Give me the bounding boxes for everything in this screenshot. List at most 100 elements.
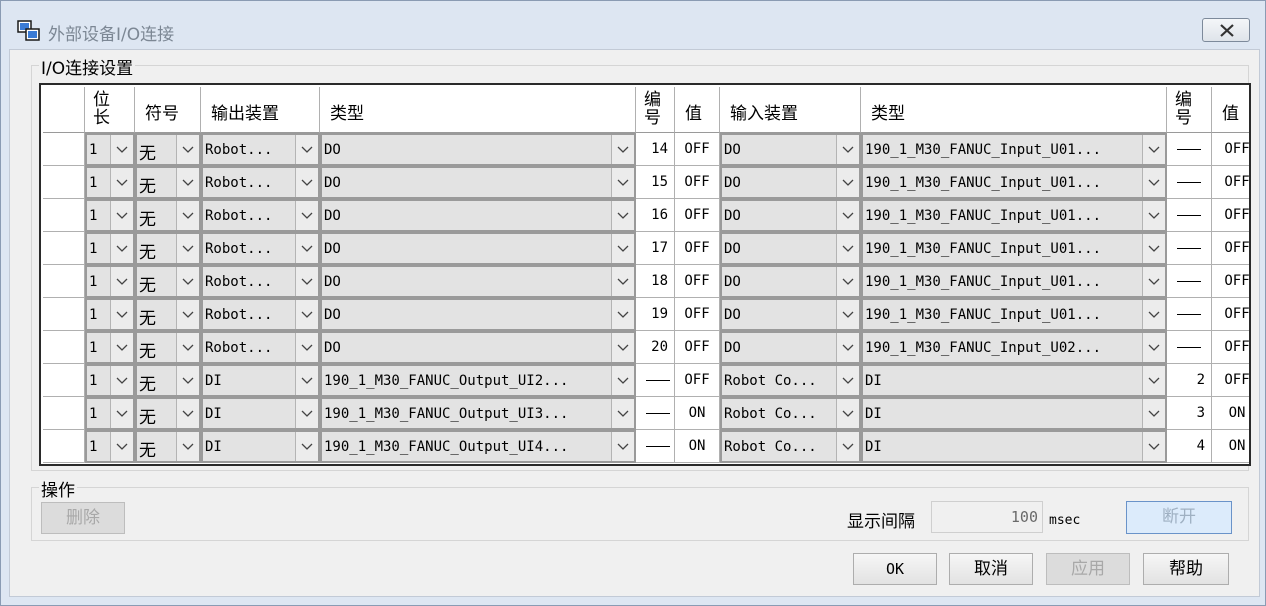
dropdown-arrow-button[interactable] (295, 168, 318, 197)
header-output-value[interactable]: 值 (675, 87, 720, 133)
input-number-cell[interactable] (1167, 331, 1212, 364)
header-sign[interactable]: 符号 (135, 87, 201, 133)
output-device-combo[interactable]: Robot... (201, 298, 320, 331)
table-row[interactable]: 1 无 Robot... DO 17 OFF DO 190_1_M30_FANUC_Input… (43, 232, 1249, 265)
table-row[interactable]: 1 无 DI 190_1_M30_FANUC_Output_UI4... ON Robot… (43, 430, 1249, 463)
input-type-combo[interactable]: DI (861, 397, 1167, 430)
ok-button[interactable]: OK (853, 553, 937, 585)
output-type-combo[interactable]: 190_1_M30_FANUC_Output_UI4... (320, 430, 636, 463)
output-number-cell[interactable] (636, 430, 675, 463)
dropdown-arrow-button[interactable] (295, 201, 318, 230)
input-device-combo[interactable]: Robot Co... (720, 430, 861, 463)
input-device-combo[interactable]: DO (720, 298, 861, 331)
output-number-cell[interactable]: 19 (636, 298, 675, 331)
output-type-combo[interactable]: DO (320, 232, 636, 265)
input-number-cell[interactable] (1167, 199, 1212, 232)
sign-combo[interactable]: 无 (135, 298, 201, 331)
dropdown-arrow-button[interactable] (611, 432, 634, 461)
sign-combo[interactable]: 无 (135, 133, 201, 166)
sign-combo[interactable]: 无 (135, 265, 201, 298)
output-value-cell[interactable]: OFF (675, 364, 720, 397)
delete-button[interactable]: 删除 (41, 502, 125, 534)
sign-combo[interactable]: 无 (135, 430, 201, 463)
input-type-combo[interactable]: 190_1_M30_FANUC_Input_U01... (861, 199, 1167, 232)
output-device-combo[interactable]: DI (201, 397, 320, 430)
bit-length-combo[interactable]: 1 (85, 397, 135, 430)
bit-length-combo[interactable]: 1 (85, 430, 135, 463)
bit-length-combo[interactable]: 1 (85, 166, 135, 199)
output-number-cell[interactable]: 17 (636, 232, 675, 265)
sign-combo[interactable]: 无 (135, 232, 201, 265)
header-output-device[interactable]: 输出装置 (201, 87, 320, 133)
sign-combo[interactable]: 无 (135, 364, 201, 397)
output-type-combo[interactable]: DO (320, 133, 636, 166)
row-header-cell[interactable] (43, 232, 85, 265)
dropdown-arrow-button[interactable] (110, 333, 133, 362)
dropdown-arrow-button[interactable] (176, 300, 199, 329)
input-type-combo[interactable]: 190_1_M30_FANUC_Input_U01... (861, 265, 1167, 298)
bit-length-combo[interactable]: 1 (85, 298, 135, 331)
dropdown-arrow-button[interactable] (176, 267, 199, 296)
input-type-combo[interactable]: 190_1_M30_FANUC_Input_U01... (861, 298, 1167, 331)
output-value-cell[interactable]: OFF (675, 199, 720, 232)
output-value-cell[interactable]: OFF (675, 265, 720, 298)
dropdown-arrow-button[interactable] (176, 168, 199, 197)
dropdown-arrow-button[interactable] (611, 234, 634, 263)
row-header-cell[interactable] (43, 133, 85, 166)
header-input-value[interactable]: 值 (1212, 87, 1249, 133)
dropdown-arrow-button[interactable] (110, 201, 133, 230)
row-header-cell[interactable] (43, 397, 85, 430)
bit-length-combo[interactable]: 1 (85, 331, 135, 364)
dropdown-arrow-button[interactable] (176, 234, 199, 263)
input-device-combo[interactable]: DO (720, 133, 861, 166)
output-device-combo[interactable]: Robot... (201, 199, 320, 232)
dropdown-arrow-button[interactable] (1142, 135, 1165, 164)
input-value-cell[interactable]: OFF (1212, 133, 1249, 166)
dropdown-arrow-button[interactable] (1142, 267, 1165, 296)
bit-length-combo[interactable]: 1 (85, 133, 135, 166)
input-value-cell[interactable]: OFF (1212, 331, 1249, 364)
output-device-combo[interactable]: Robot... (201, 331, 320, 364)
dropdown-arrow-button[interactable] (295, 135, 318, 164)
output-device-combo[interactable]: Robot... (201, 265, 320, 298)
dropdown-arrow-button[interactable] (611, 201, 634, 230)
output-type-combo[interactable]: DO (320, 166, 636, 199)
dropdown-arrow-button[interactable] (176, 399, 199, 428)
dropdown-arrow-button[interactable] (295, 333, 318, 362)
row-header-cell[interactable] (43, 199, 85, 232)
header-input-device[interactable]: 输入装置 (720, 87, 861, 133)
input-number-cell[interactable]: 4 (1167, 430, 1212, 463)
output-value-cell[interactable]: OFF (675, 166, 720, 199)
output-number-cell[interactable] (636, 364, 675, 397)
dropdown-arrow-button[interactable] (110, 300, 133, 329)
cancel-button[interactable]: 取消 (949, 553, 1033, 585)
input-type-combo[interactable]: DI (861, 430, 1167, 463)
dropdown-arrow-button[interactable] (836, 399, 859, 428)
input-type-combo[interactable]: DI (861, 364, 1167, 397)
output-number-cell[interactable] (636, 397, 675, 430)
dropdown-arrow-button[interactable] (611, 267, 634, 296)
bit-length-combo[interactable]: 1 (85, 265, 135, 298)
input-number-cell[interactable] (1167, 133, 1212, 166)
output-value-cell[interactable]: OFF (675, 298, 720, 331)
bit-length-combo[interactable]: 1 (85, 364, 135, 397)
input-device-combo[interactable]: DO (720, 265, 861, 298)
header-output-number[interactable]: 编号 (636, 87, 675, 133)
dropdown-arrow-button[interactable] (295, 234, 318, 263)
input-device-combo[interactable]: Robot Co... (720, 397, 861, 430)
dropdown-arrow-button[interactable] (836, 432, 859, 461)
title-bar[interactable]: 外部设备I/O连接 (1, 1, 1265, 49)
input-type-combo[interactable]: 190_1_M30_FANUC_Input_U01... (861, 166, 1167, 199)
dropdown-arrow-button[interactable] (295, 399, 318, 428)
dropdown-arrow-button[interactable] (1142, 399, 1165, 428)
input-value-cell[interactable]: ON (1212, 430, 1249, 463)
dropdown-arrow-button[interactable] (110, 366, 133, 395)
dropdown-arrow-button[interactable] (1142, 432, 1165, 461)
output-device-combo[interactable]: Robot... (201, 232, 320, 265)
row-header-cell[interactable] (43, 298, 85, 331)
input-value-cell[interactable]: OFF (1212, 298, 1249, 331)
output-type-combo[interactable]: 190_1_M30_FANUC_Output_UI2... (320, 364, 636, 397)
dropdown-arrow-button[interactable] (295, 366, 318, 395)
row-header-cell[interactable] (43, 331, 85, 364)
input-number-cell[interactable]: 3 (1167, 397, 1212, 430)
